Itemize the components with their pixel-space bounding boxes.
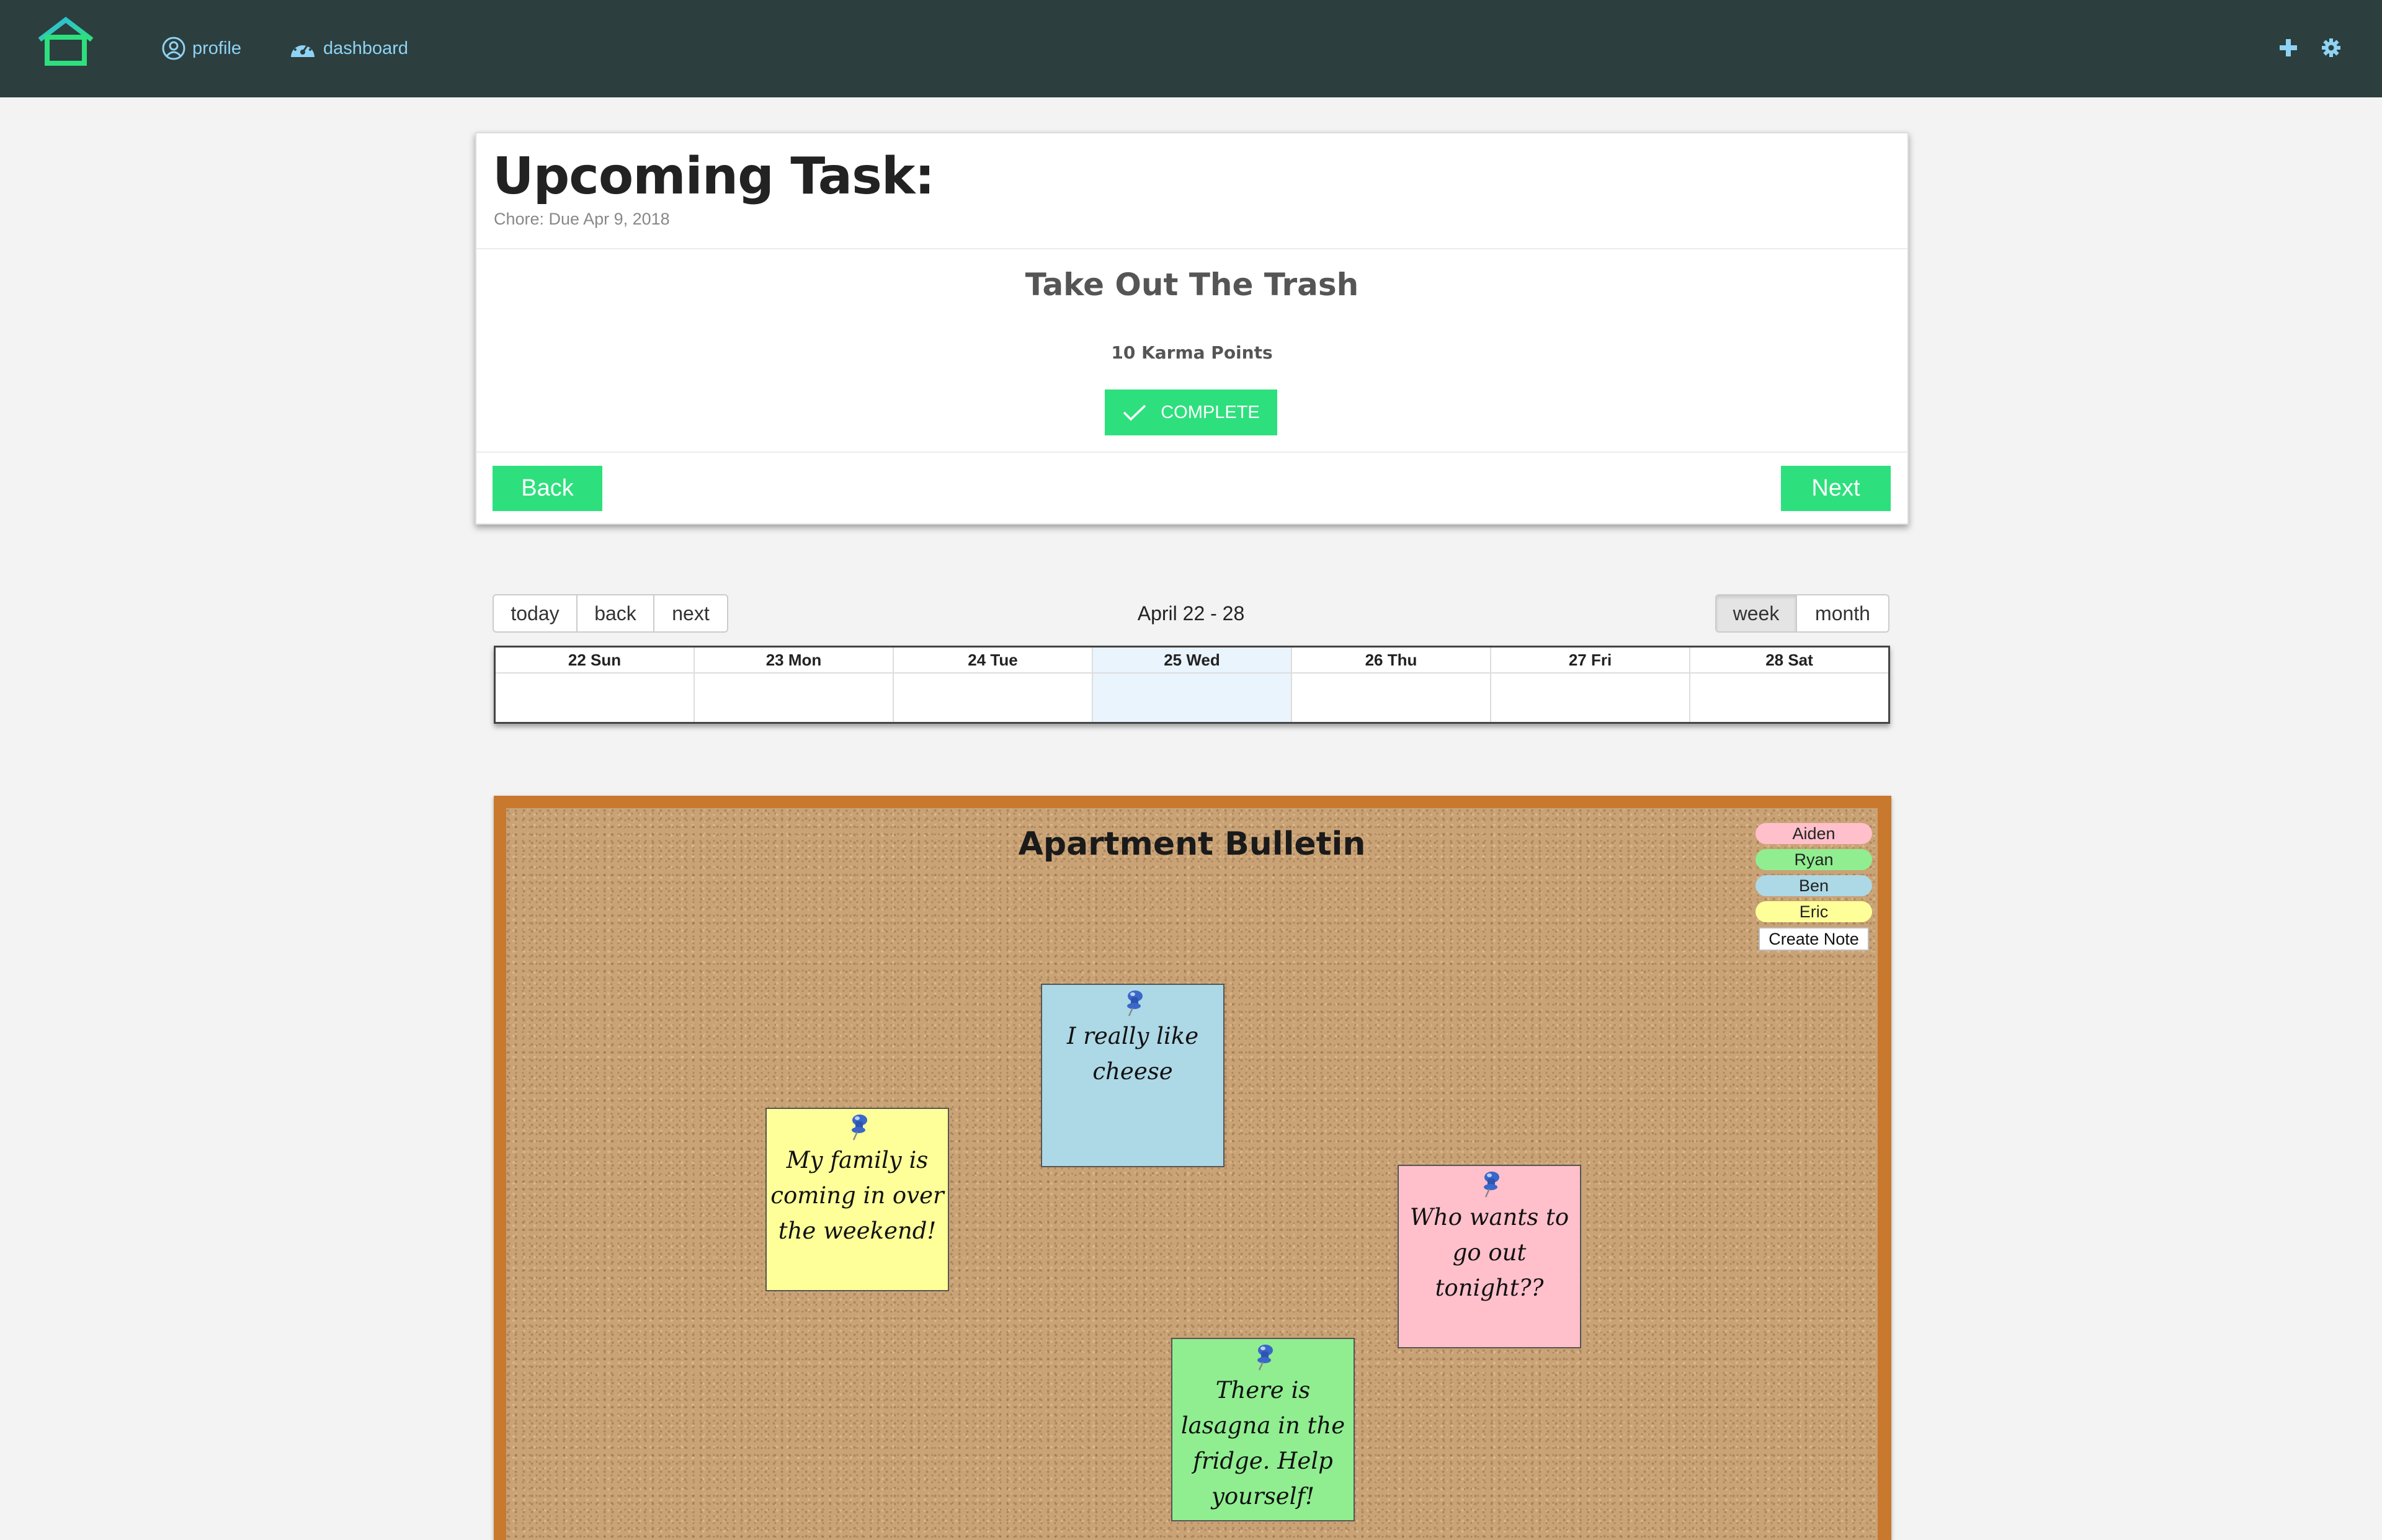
sticky-note[interactable]: I really like cheese <box>1041 984 1224 1167</box>
user-circle-icon <box>162 37 185 60</box>
cork-board: Apartment Bulletin Aiden Ryan Ben Eric C… <box>506 808 1878 1540</box>
calendar-month-button[interactable]: month <box>1796 594 1889 633</box>
roommate-legend: Aiden Ryan Ben Eric Create Note <box>1755 823 1872 951</box>
calendar-day[interactable]: 23 Mon <box>694 648 893 722</box>
calendar-day[interactable]: 22 Sun <box>496 648 694 722</box>
complete-button[interactable]: COMPLETE <box>1105 389 1277 435</box>
calendar-day-header: 24 Tue <box>894 648 1092 674</box>
task-name: Take Out The Trash <box>1025 267 1359 303</box>
create-note-button[interactable]: Create Note <box>1759 927 1869 951</box>
calendar-day[interactable]: 24 Tue <box>893 648 1092 722</box>
bulletin-board: Apartment Bulletin Aiden Ryan Ben Eric C… <box>494 796 1891 1540</box>
calendar-day-header: 27 Fri <box>1491 648 1689 674</box>
pushpin-icon <box>1484 1172 1499 1198</box>
upcoming-task-card: Upcoming Task: Chore: Due Apr 9, 2018 Ta… <box>475 132 1909 525</box>
calendar-toolbar: April 22 - 28 today back next week month <box>493 594 1889 633</box>
nav-profile-label: profile <box>192 38 241 58</box>
nav-dashboard-label: dashboard <box>323 38 409 58</box>
calendar-day[interactable]: 27 Fri <box>1490 648 1689 722</box>
calendar-day[interactable]: 26 Thu <box>1291 648 1490 722</box>
pushpin-icon <box>1257 1345 1273 1371</box>
sticky-note-text: Who wants to go out tonight?? <box>1409 1204 1569 1301</box>
task-due-subtitle: Chore: Due Apr 9, 2018 <box>494 210 670 228</box>
nav-profile-link[interactable]: profile <box>161 32 241 65</box>
calendar-day-header: 23 Mon <box>695 648 893 674</box>
task-card-header: Upcoming Task: Chore: Due Apr 9, 2018 <box>476 133 1907 249</box>
pushpin-icon <box>1127 990 1143 1017</box>
next-button[interactable]: Next <box>1781 466 1891 511</box>
calendar-day-header: 25 Wed <box>1093 648 1291 674</box>
nav-dashboard-link[interactable]: dashboard <box>288 32 408 65</box>
calendar-day[interactable]: 28 Sat <box>1689 648 1888 722</box>
back-button[interactable]: Back <box>493 466 602 511</box>
sticky-note-text: There is lasagna in the fridge. Help you… <box>1180 1377 1345 1510</box>
dashboard-gauge-icon <box>291 41 314 57</box>
sticky-note[interactable]: My family is coming in over the weekend! <box>765 1108 949 1291</box>
task-karma-points: 10 Karma Points <box>1111 342 1273 363</box>
legend-item-ryan[interactable]: Ryan <box>1755 849 1872 870</box>
page-title: Upcoming Task: <box>493 147 935 206</box>
complete-button-label: COMPLETE <box>1161 402 1260 422</box>
plus-icon[interactable] <box>2278 37 2299 58</box>
legend-item-ben[interactable]: Ben <box>1755 875 1872 896</box>
calendar-week-grid: 22 Sun 23 Mon 24 Tue 25 Wed 26 Thu 27 Fr… <box>494 646 1890 724</box>
sticky-note-text: I really like cheese <box>1066 1023 1199 1085</box>
sticky-note[interactable]: Who wants to go out tonight?? <box>1398 1165 1581 1348</box>
calendar-day-header: 22 Sun <box>496 648 694 674</box>
bulletin-title: Apartment Bulletin <box>1018 826 1366 863</box>
top-navbar: profile dashboard <box>0 0 2382 97</box>
calendar-today-button[interactable]: today <box>493 594 578 633</box>
calendar-week-button[interactable]: week <box>1715 594 1797 633</box>
legend-item-eric[interactable]: Eric <box>1755 901 1872 922</box>
legend-item-aiden[interactable]: Aiden <box>1755 823 1872 844</box>
calendar-day-header: 28 Sat <box>1690 648 1888 674</box>
home-logo-icon[interactable] <box>36 16 96 67</box>
sticky-note-text: My family is coming in over the weekend! <box>770 1147 944 1244</box>
calendar-nav-group: today back next <box>493 594 728 633</box>
checkmark-icon <box>1123 404 1146 421</box>
calendar-day-header: 26 Thu <box>1292 648 1490 674</box>
sticky-note[interactable]: There is lasagna in the fridge. Help you… <box>1171 1338 1355 1521</box>
calendar-back-button[interactable]: back <box>576 594 654 633</box>
gear-icon[interactable] <box>2321 37 2342 58</box>
calendar-next-button[interactable]: next <box>653 594 728 633</box>
pushpin-icon <box>852 1115 867 1141</box>
calendar-view-group: week month <box>1715 594 1889 633</box>
calendar-day-today[interactable]: 25 Wed <box>1092 648 1291 722</box>
divider <box>476 452 1907 453</box>
